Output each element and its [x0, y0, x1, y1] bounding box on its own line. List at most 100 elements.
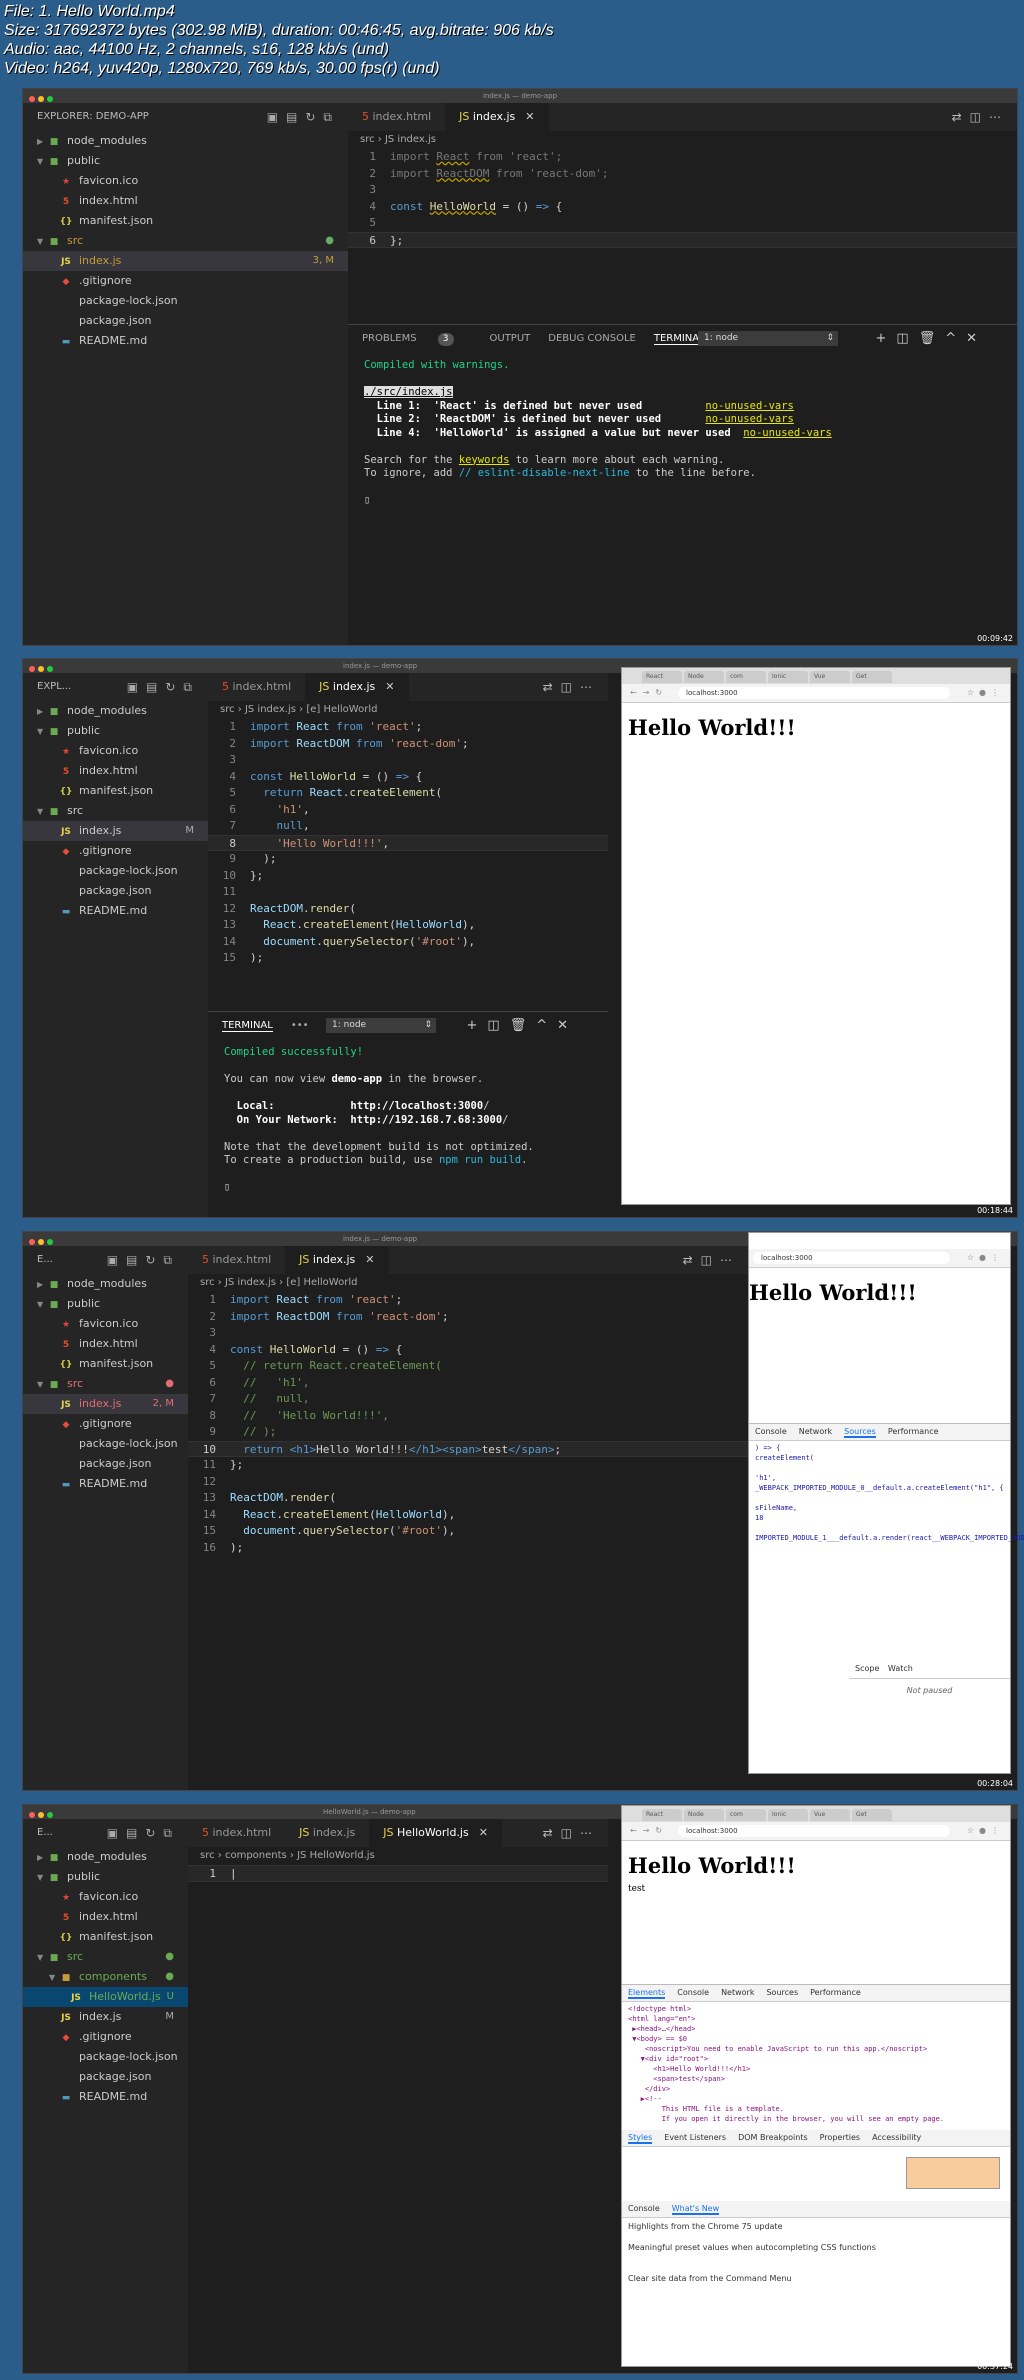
nav-buttons[interactable]: ←→↻	[622, 688, 668, 697]
tree-package-json[interactable]: package.json	[23, 311, 348, 331]
terminal-select[interactable]: 1: node ⇕	[326, 1018, 436, 1033]
breadcrumb[interactable]: src › components › JS HelloWorld.js	[188, 1847, 608, 1865]
explorer-toolbar[interactable]: ▣▤↻⧉	[107, 1246, 180, 1274]
explorer-toolbar[interactable]: ▣▤↻⧉	[127, 673, 200, 701]
editor-toolbar[interactable]: ⇄◫⋯	[543, 1819, 600, 1847]
editor-toolbar[interactable]: ⇄◫⋯	[543, 673, 600, 701]
tree-gitignore[interactable]: ◆ .gitignore	[23, 1414, 188, 1434]
terminal-output[interactable]: Compiled successfully! You can now view …	[208, 1040, 608, 1201]
tree-src[interactable]: ▼ ■ src	[23, 801, 208, 821]
tab-network[interactable]: Network	[721, 1988, 754, 1997]
tree-gitignore[interactable]: ◆ .gitignore	[23, 271, 348, 291]
tab-console[interactable]: Console	[677, 1988, 709, 1997]
explorer-toolbar[interactable]: ▣▤↻⧉	[107, 1819, 180, 1847]
tab-helloworld-js[interactable]: JS HelloWorld.js ✕	[369, 1819, 502, 1847]
tree-components[interactable]: ▼ ■ components ●	[23, 1967, 188, 1987]
tree-node-modules[interactable]: ▶ ■ node_modules	[23, 701, 208, 721]
editor-toolbar[interactable]: ⇄◫⋯	[952, 103, 1009, 131]
tree-index-js[interactable]: JS index.js M	[23, 821, 208, 841]
tab-performance[interactable]: Performance	[888, 1427, 939, 1436]
whats-new-item[interactable]: Meaningful preset values when autocomple…	[622, 2235, 1010, 2254]
browser-tab[interactable]: Vue	[810, 1809, 850, 1821]
tab-index-js[interactable]: JS index.js ✕	[285, 1246, 389, 1274]
browser-tab[interactable]: Node	[684, 1809, 724, 1821]
tree-manifest[interactable]: {} manifest.json	[23, 1354, 188, 1374]
tab-performance[interactable]: Performance	[810, 1988, 861, 1997]
whats-new-item[interactable]: Clear site data from the Command Menu	[622, 2254, 1010, 2285]
code-area[interactable]: 1 import React from 'react'; 2 import Reac…	[188, 1292, 748, 1556]
tree-node-modules[interactable]: ▶ ■ node_modules	[23, 1274, 188, 1294]
tree-package-lock[interactable]: package-lock.json	[23, 2047, 188, 2067]
tree-public[interactable]: ▼ ■ public	[23, 721, 208, 741]
tab-console[interactable]: Console	[755, 1427, 787, 1436]
tree-index-html[interactable]: 5 index.html	[23, 1907, 188, 1927]
browser-tab[interactable]: com	[726, 1809, 766, 1821]
tab-index-js[interactable]: JS index.js ✕	[305, 673, 409, 701]
panel-toolbar[interactable]: +◫🗑^✕	[876, 325, 987, 353]
close-icon[interactable]: ✕	[385, 680, 394, 693]
close-icon[interactable]: ✕	[365, 1253, 374, 1266]
tab-index-html[interactable]: 5 index.html	[188, 1246, 285, 1274]
nav-buttons[interactable]: ←→↻	[622, 1826, 668, 1835]
browser-tab[interactable]: Get	[852, 671, 892, 683]
tree-package-json[interactable]: package.json	[23, 881, 208, 901]
tree-index-js[interactable]: JS index.js M	[23, 2007, 188, 2027]
tab-terminal[interactable]: TERMINAL	[222, 1020, 273, 1032]
tree-manifest[interactable]: {} manifest.json	[23, 211, 348, 231]
tree-node-modules[interactable]: ▶ ■ node_modules	[23, 131, 348, 151]
breadcrumb[interactable]: src › JS index.js › [e] HelloWorld	[188, 1274, 748, 1292]
tab-index-html[interactable]: 5 index.html	[188, 1819, 285, 1847]
tree-index-html[interactable]: 5 index.html	[23, 761, 208, 781]
code-area[interactable]: 1 |	[188, 1865, 608, 1882]
tab-output[interactable]: OUTPUT	[490, 333, 531, 344]
browser-extensions[interactable]: ☆●⋮	[967, 1249, 1004, 1267]
tree-readme[interactable]: ▬ README.md	[23, 901, 208, 921]
tab-styles[interactable]: Styles	[628, 2133, 653, 2144]
browser-tab[interactable]: Ionic	[768, 1809, 808, 1821]
tree-package-lock[interactable]: package-lock.json	[23, 861, 208, 881]
browser-tab[interactable]: Get	[852, 1809, 892, 1821]
tab-index-js[interactable]: JS index.js ✕	[445, 103, 549, 131]
browser-tab[interactable]: React	[642, 1809, 682, 1821]
tab-event-listeners[interactable]: Event Listeners	[664, 2133, 726, 2142]
tab-console-drawer[interactable]: Console	[628, 2204, 660, 2213]
browser-extensions[interactable]: ☆●⋮	[967, 684, 1004, 702]
tree-index-js[interactable]: JS index.js 2, M	[23, 1394, 188, 1414]
terminal-output[interactable]: Compiled with warnings. ./src/index.js L…	[348, 353, 1017, 514]
browser-tab[interactable]: com	[726, 671, 766, 683]
tab-properties[interactable]: Properties	[820, 2133, 860, 2142]
tree-helloworld-js[interactable]: JS HelloWorld.js U	[23, 1987, 188, 2007]
tree-src[interactable]: ▼ ■ src ●	[23, 1374, 188, 1394]
breadcrumb[interactable]: src › JS index.js	[348, 131, 1017, 149]
code-area[interactable]: 1 import React from 'react'; 2 import Reac…	[348, 149, 1017, 248]
tree-src[interactable]: ▼ ■ src ●	[23, 231, 348, 251]
tree-public[interactable]: ▼ ■ public	[23, 151, 348, 171]
tree-package-json[interactable]: package.json	[23, 1454, 188, 1474]
tree-index-js[interactable]: JS index.js 3, M	[23, 251, 348, 271]
tree-package-lock[interactable]: package-lock.json	[23, 291, 348, 311]
tab-index-js[interactable]: JS index.js	[285, 1819, 369, 1847]
close-icon[interactable]: ✕	[525, 110, 534, 123]
browser-tab[interactable]: Vue	[810, 671, 850, 683]
browser-tab[interactable]: Ionic	[768, 671, 808, 683]
tree-manifest[interactable]: {} manifest.json	[23, 781, 208, 801]
tree-favicon[interactable]: ★ favicon.ico	[23, 171, 348, 191]
tree-index-html[interactable]: 5 index.html	[23, 1334, 188, 1354]
tree-src[interactable]: ▼ ■ src ●	[23, 1947, 188, 1967]
tab-accessibility[interactable]: Accessibility	[872, 2133, 921, 2142]
tree-public[interactable]: ▼ ■ public	[23, 1294, 188, 1314]
close-icon[interactable]: ✕	[479, 1826, 488, 1839]
address-bar[interactable]: localhost:3000	[678, 687, 950, 699]
tree-index-html[interactable]: 5 index.html	[23, 191, 348, 211]
tree-gitignore[interactable]: ◆ .gitignore	[23, 2027, 188, 2047]
editor-toolbar[interactable]: ⇄◫⋯	[683, 1246, 740, 1274]
tab-sources[interactable]: Sources	[844, 1427, 876, 1438]
tree-readme[interactable]: ▬ README.md	[23, 2087, 188, 2107]
tab-scope[interactable]: Scope	[855, 1664, 879, 1673]
panel-toolbar[interactable]: +◫🗑^✕	[467, 1012, 578, 1040]
tab-watch[interactable]: Watch	[888, 1664, 913, 1673]
explorer-toolbar[interactable]: ▣▤↻⧉	[267, 103, 340, 131]
tree-readme[interactable]: ▬ README.md	[23, 331, 348, 351]
tab-index-html[interactable]: 5 index.html	[208, 673, 305, 701]
tree-package-json[interactable]: package.json	[23, 2067, 188, 2087]
